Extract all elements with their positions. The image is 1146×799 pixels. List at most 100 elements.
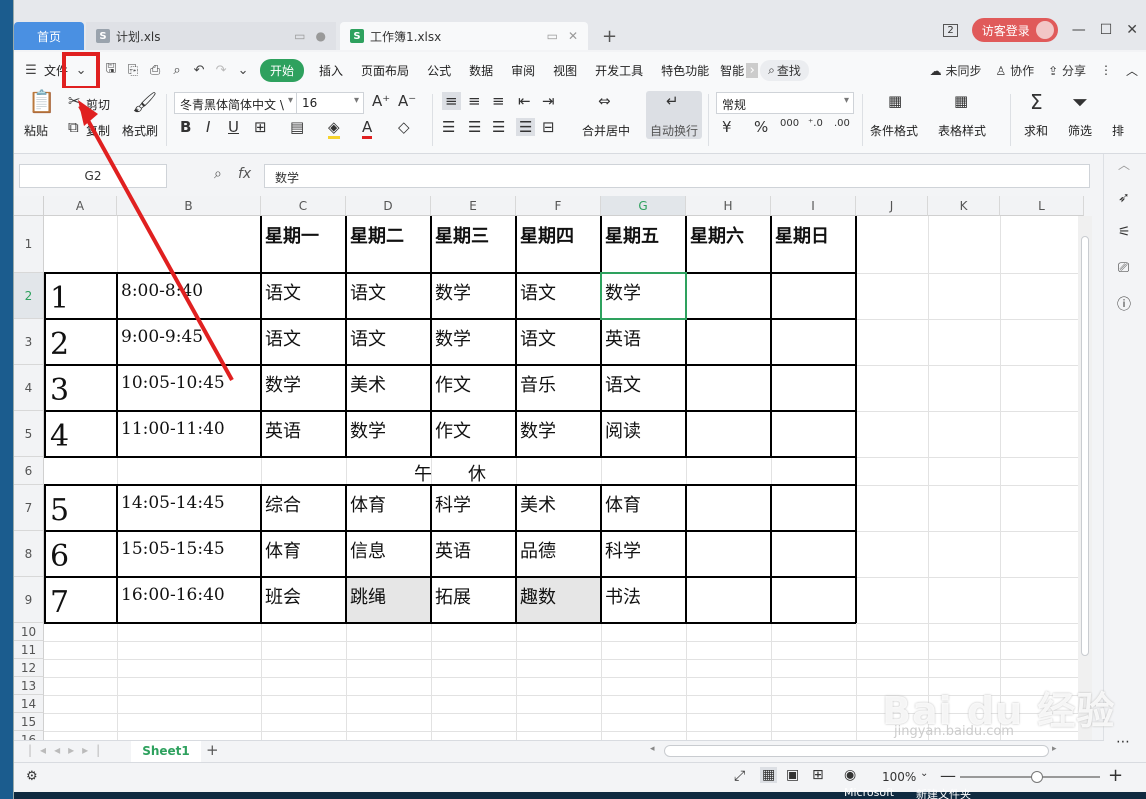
day-header-cell[interactable]: 星期三 bbox=[435, 222, 489, 248]
subject-cell[interactable]: 跳绳 bbox=[350, 583, 386, 609]
conditional-format-button[interactable]: 条件格式 bbox=[870, 122, 918, 139]
subject-cell[interactable]: 数学 bbox=[350, 417, 386, 443]
sort-button[interactable]: 排 bbox=[1112, 122, 1124, 139]
column-header-h[interactable]: H bbox=[686, 196, 771, 216]
align-middle-icon[interactable]: ≡ bbox=[468, 92, 481, 110]
properties-icon[interactable]: ⚟ bbox=[1118, 224, 1131, 240]
print-preview-icon[interactable]: ⌕ bbox=[166, 63, 188, 78]
decrease-font-icon[interactable]: A⁻ bbox=[398, 92, 416, 110]
row-header-11[interactable]: 11 bbox=[14, 641, 44, 659]
sum-button[interactable]: 求和 bbox=[1024, 122, 1048, 139]
select-all-corner[interactable] bbox=[14, 196, 44, 216]
column-header-a[interactable]: A bbox=[44, 196, 117, 216]
period-number-cell[interactable]: 3 bbox=[50, 373, 69, 408]
taskbar-item-new-folder[interactable]: 新建文件夹 bbox=[916, 786, 971, 799]
subject-cell[interactable]: 趣数 bbox=[520, 583, 556, 609]
tab-home[interactable]: 首页 bbox=[14, 22, 84, 50]
subject-cell[interactable]: 美术 bbox=[350, 371, 386, 397]
menu-developer[interactable]: 开发工具 bbox=[586, 62, 652, 79]
italic-icon[interactable]: I bbox=[206, 118, 210, 136]
subject-cell[interactable]: 英语 bbox=[265, 417, 301, 443]
subject-cell[interactable]: 科学 bbox=[605, 537, 641, 563]
subject-cell[interactable]: 科学 bbox=[435, 491, 471, 517]
row-header-16[interactable]: 16 bbox=[14, 731, 44, 740]
day-header-cell[interactable]: 星期二 bbox=[350, 222, 404, 248]
redo-icon[interactable]: ↷ bbox=[210, 63, 232, 78]
subject-cell[interactable]: 语文 bbox=[265, 325, 301, 351]
row-header-5[interactable]: 5 bbox=[14, 411, 44, 457]
sheet-nav-arrows[interactable]: |◂◂▸▸| bbox=[28, 743, 108, 757]
eye-protect-icon[interactable]: ◉ bbox=[844, 767, 856, 783]
row-header-6[interactable]: 6 bbox=[14, 457, 44, 485]
align-center-icon[interactable]: ☰ bbox=[468, 118, 481, 136]
column-header-g[interactable]: G bbox=[601, 196, 686, 216]
collapse-ribbon-icon[interactable]: ︿ bbox=[1126, 62, 1138, 79]
autowrap-button[interactable]: 自动换行 bbox=[650, 122, 698, 139]
column-header-l[interactable]: L bbox=[1000, 196, 1084, 216]
cloud-sync-button[interactable]: ☁ 未同步 bbox=[930, 62, 982, 79]
guest-login-button[interactable]: 访客登录 bbox=[971, 18, 1058, 42]
normal-view-icon[interactable]: ▦ bbox=[760, 767, 778, 783]
subject-cell[interactable]: 英语 bbox=[435, 537, 471, 563]
row-header-14[interactable]: 14 bbox=[14, 695, 44, 713]
row-header-12[interactable]: 12 bbox=[14, 659, 44, 677]
row-header-13[interactable]: 13 bbox=[14, 677, 44, 695]
indent-increase-icon[interactable]: ⇥ bbox=[542, 92, 555, 110]
menu-smart[interactable]: 智能 bbox=[718, 62, 746, 79]
zoom-out-icon[interactable]: — bbox=[940, 766, 956, 785]
font-color-icon[interactable]: A bbox=[362, 118, 373, 139]
period-number-cell[interactable]: 5 bbox=[50, 493, 69, 528]
row-header-7[interactable]: 7 bbox=[14, 485, 44, 531]
number-format-select[interactable]: 常规 bbox=[716, 92, 854, 114]
fullscreen-icon[interactable]: ⤢ bbox=[734, 768, 745, 784]
close-icon[interactable]: ✕ bbox=[568, 29, 578, 43]
zoom-chevron-icon[interactable]: ⌄ bbox=[920, 768, 928, 779]
column-header-j[interactable]: J bbox=[856, 196, 928, 216]
subject-cell[interactable]: 数学 bbox=[520, 417, 556, 443]
column-header-f[interactable]: F bbox=[516, 196, 601, 216]
subject-cell[interactable]: 作文 bbox=[435, 371, 471, 397]
currency-icon[interactable]: ¥ bbox=[722, 118, 732, 136]
taskbar-item-microsoft[interactable]: Microsoft bbox=[844, 786, 894, 799]
sum-icon[interactable]: Σ bbox=[1030, 90, 1043, 114]
menu-special[interactable]: 特色功能 bbox=[652, 62, 718, 79]
hscroll-right-icon[interactable]: ▸ bbox=[1052, 744, 1057, 754]
minimize-icon[interactable]: — bbox=[1072, 22, 1086, 38]
thousands-icon[interactable]: 000 bbox=[780, 118, 799, 129]
time-cell[interactable]: 9:00-9:45 bbox=[121, 327, 203, 347]
formula-input[interactable]: 数学 bbox=[264, 164, 1090, 188]
align-bottom-icon[interactable]: ≡ bbox=[492, 92, 505, 110]
lunch-break-cell[interactable]: 午 休 bbox=[44, 460, 856, 486]
search-box[interactable]: ⌕ 查找 bbox=[760, 59, 809, 81]
selected-cell-g2[interactable] bbox=[600, 272, 687, 320]
column-header-b[interactable]: B bbox=[117, 196, 261, 216]
sheet-tab-sheet1[interactable]: Sheet1 bbox=[131, 741, 201, 762]
menu-formula[interactable]: 公式 bbox=[418, 62, 460, 79]
subject-cell[interactable]: 美术 bbox=[520, 491, 556, 517]
justify-icon[interactable]: ☰ bbox=[516, 118, 536, 136]
hamburger-icon[interactable]: ☰ bbox=[20, 63, 42, 78]
row-header-1[interactable]: 1 bbox=[14, 216, 44, 273]
day-header-cell[interactable]: 星期一 bbox=[265, 222, 319, 248]
decrease-decimal-icon[interactable]: .00 bbox=[834, 118, 850, 129]
column-header-i[interactable]: I bbox=[771, 196, 856, 216]
period-number-cell[interactable]: 6 bbox=[50, 539, 69, 574]
align-top-icon[interactable]: ≡ bbox=[442, 92, 461, 110]
subject-cell[interactable]: 语文 bbox=[350, 325, 386, 351]
day-header-cell[interactable]: 星期四 bbox=[520, 222, 574, 248]
row-header-4[interactable]: 4 bbox=[14, 365, 44, 411]
period-number-cell[interactable]: 4 bbox=[50, 419, 69, 454]
customize-chevron-icon[interactable]: ⌄ bbox=[232, 63, 254, 78]
time-cell[interactable]: 14:05-14:45 bbox=[121, 493, 225, 513]
spreadsheet-grid[interactable]: A B C D E F G H I J K L 1 2 3 4 5 6 7 8 9 10 11 12 13 14 15 16 星期一 星期… bbox=[14, 196, 1084, 740]
panel-chevron-icon[interactable]: ︿ bbox=[1118, 156, 1130, 173]
help-icon[interactable]: ⓘ bbox=[1117, 294, 1131, 314]
monitor-icon[interactable]: ▭ bbox=[547, 29, 558, 43]
table-style-button[interactable]: 表格样式 bbox=[938, 122, 986, 139]
font-size-select[interactable]: 16 bbox=[296, 92, 364, 114]
more-options-icon[interactable]: ⋮ bbox=[1100, 63, 1112, 77]
subject-cell[interactable]: 数学 bbox=[435, 325, 471, 351]
table-style-icon[interactable]: ▦ bbox=[954, 92, 968, 110]
subject-cell[interactable]: 书法 bbox=[605, 583, 641, 609]
zoom-level[interactable]: 100% bbox=[882, 770, 916, 784]
